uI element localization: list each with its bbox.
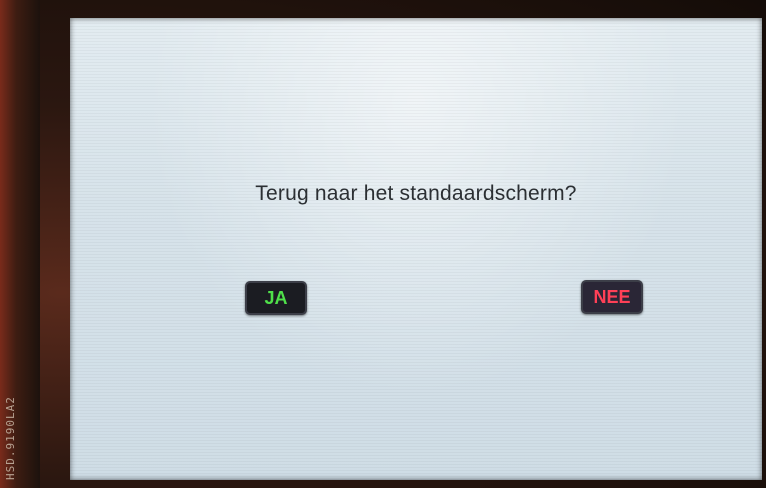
no-button[interactable]: NEE	[581, 280, 643, 314]
lcd-screen: Terug naar het standaardscherm? JA NEE	[70, 18, 762, 480]
yes-button[interactable]: JA	[245, 281, 307, 315]
device-bezel: HSD.9190LA2	[0, 0, 40, 488]
board-label: HSD.9190LA2	[4, 396, 17, 480]
device-photo: HSD.9190LA2 Terug naar het standaardsche…	[0, 0, 766, 488]
dialog-question: Terug naar het standaardscherm?	[255, 182, 577, 205]
